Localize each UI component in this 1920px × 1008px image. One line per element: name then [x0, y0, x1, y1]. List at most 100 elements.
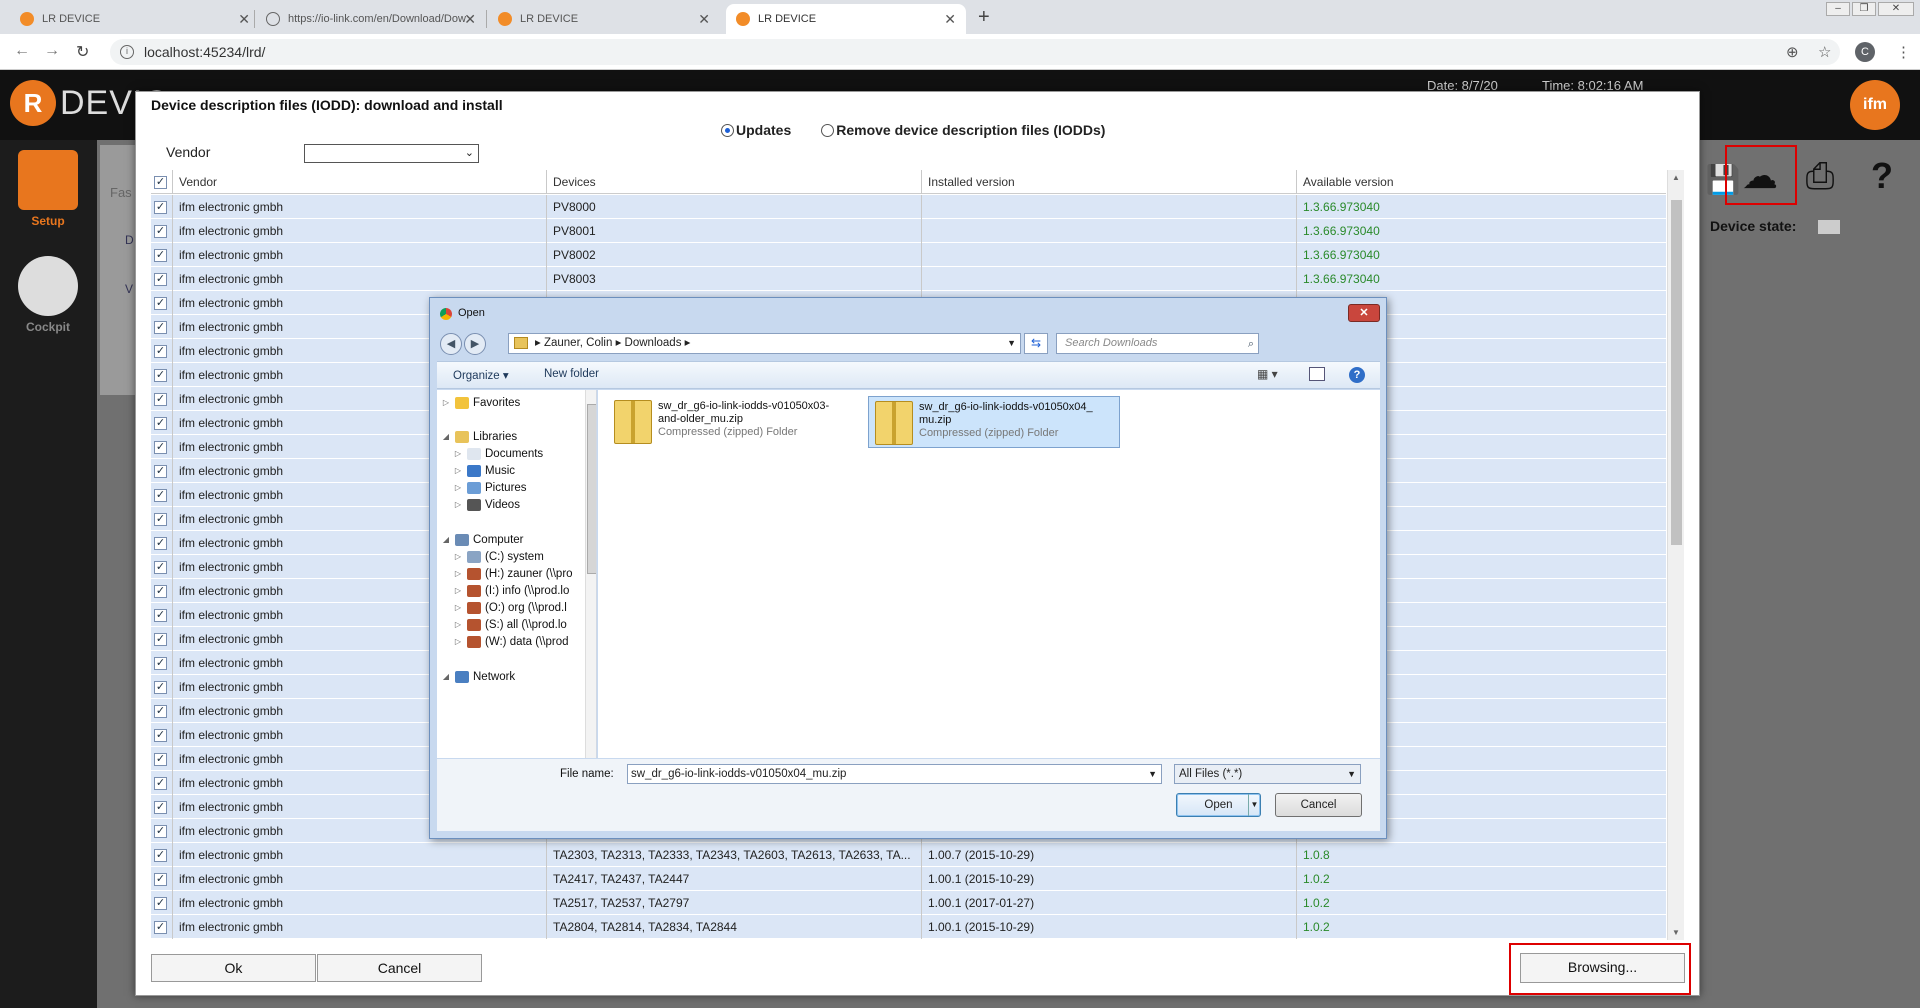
checkbox-cell[interactable]: ✓: [151, 554, 173, 579]
close-tab-icon[interactable]: ✕: [698, 11, 710, 28]
checkbox-cell[interactable]: ✓: [151, 242, 173, 267]
checkbox-cell[interactable]: ✓: [151, 914, 173, 939]
nav-tree-item[interactable]: ▷ (I:) info (\\prod.lo: [453, 582, 569, 599]
nav-tree-item[interactable]: ◢ Computer: [441, 531, 524, 548]
back-icon[interactable]: ←: [14, 42, 30, 60]
checkbox-checked-icon[interactable]: ✓: [154, 512, 167, 526]
table-scrollbar[interactable]: ▲ ▼: [1667, 170, 1684, 940]
zoom-icon[interactable]: ⊕: [1786, 43, 1799, 61]
checkbox-cell[interactable]: ✓: [151, 794, 173, 819]
checkbox-cell[interactable]: ✓: [151, 770, 173, 795]
chevron-down-icon[interactable]: ▼: [1148, 765, 1157, 783]
nav-tree-item[interactable]: ▷ Pictures: [453, 479, 527, 496]
print-icon[interactable]: ⎙: [1792, 148, 1848, 204]
radio-remove-iodds[interactable]: Remove device description files (IODDs): [821, 122, 1105, 138]
info-icon[interactable]: i: [120, 45, 134, 59]
restore-window-icon[interactable]: ❐: [1852, 2, 1876, 16]
checkbox-checked-icon[interactable]: ✓: [154, 488, 167, 502]
expand-arrow-icon[interactable]: ◢: [441, 432, 451, 441]
profile-avatar[interactable]: C: [1855, 42, 1875, 62]
checkbox-cell[interactable]: ✓: [151, 650, 173, 675]
checkbox-checked-icon[interactable]: ✓: [154, 536, 167, 550]
checkbox-cell[interactable]: ✓: [151, 890, 173, 915]
nav-scrollbar[interactable]: [585, 390, 596, 758]
forward-icon[interactable]: →: [44, 42, 60, 60]
checkbox-checked-icon[interactable]: ✓: [154, 200, 167, 214]
checkbox-checked-icon[interactable]: ✓: [154, 392, 167, 406]
close-window-icon[interactable]: ✕: [1878, 2, 1914, 16]
checkbox-checked-icon[interactable]: ✓: [154, 632, 167, 646]
expand-arrow-icon[interactable]: ▷: [453, 449, 463, 458]
checkbox-cell[interactable]: ✓: [151, 746, 173, 771]
checkbox-checked-icon[interactable]: ✓: [154, 848, 167, 862]
checkbox-checked-icon[interactable]: ✓: [154, 440, 167, 454]
checkbox-cell[interactable]: ✓: [151, 458, 173, 483]
nav-tree-item[interactable]: ▷ (S:) all (\\prod.lo: [453, 616, 567, 633]
checkbox-cell[interactable]: ✓: [151, 818, 173, 843]
nav-tree-item[interactable]: ▷ Videos: [453, 496, 520, 513]
browse-button[interactable]: Browsing...: [1520, 953, 1685, 983]
browser-tab-4-active[interactable]: LR DEVICE ✕: [726, 4, 966, 34]
scrollbar-thumb[interactable]: [1671, 200, 1682, 545]
column-header[interactable]: Installed version: [922, 170, 1297, 194]
nav-tree-item[interactable]: ◢ Network: [441, 668, 515, 685]
checkbox-checked-icon[interactable]: ✓: [154, 344, 167, 358]
column-header[interactable]: Devices: [547, 170, 922, 194]
browser-menu-icon[interactable]: ⋮: [1896, 43, 1911, 61]
table-row[interactable]: ✓ ifm electronic gmbh TA2303, TA2313, TA23…: [151, 842, 1666, 867]
scrollbar-thumb[interactable]: [587, 404, 596, 574]
checkbox-checked-icon[interactable]: ✓: [154, 464, 167, 478]
bookmark-star-icon[interactable]: ☆: [1818, 43, 1831, 61]
checkbox-checked-icon[interactable]: ✓: [154, 752, 167, 766]
nav-tree-item[interactable]: ▷ Favorites: [441, 394, 520, 411]
cancel-button[interactable]: Cancel: [317, 954, 482, 982]
organize-button[interactable]: Organize ▾: [453, 368, 509, 382]
checkbox-checked-icon[interactable]: ✓: [154, 175, 167, 189]
open-split-arrow-icon[interactable]: ▼: [1248, 794, 1260, 816]
expand-arrow-icon[interactable]: ▷: [453, 586, 463, 595]
table-row[interactable]: ✓ ifm electronic gmbh TA2804, TA2814, TA28…: [151, 914, 1666, 939]
expand-arrow-icon[interactable]: ▷: [453, 603, 463, 612]
close-tab-icon[interactable]: ✕: [464, 11, 476, 28]
checkbox-cell[interactable]: ✓: [151, 842, 173, 867]
scroll-down-icon[interactable]: ▼: [1672, 928, 1680, 937]
checkbox-checked-icon[interactable]: ✓: [154, 320, 167, 334]
checkbox-cell[interactable]: ✓: [151, 578, 173, 603]
radio-updates[interactable]: Updates: [721, 122, 791, 138]
close-dialog-button[interactable]: ✕: [1348, 304, 1380, 322]
checkbox-checked-icon[interactable]: ✓: [154, 248, 167, 262]
column-header[interactable]: Vendor: [173, 170, 547, 194]
checkbox-cell[interactable]: ✓: [151, 362, 173, 387]
checkbox-checked-icon[interactable]: ✓: [154, 416, 167, 430]
table-row[interactable]: ✓ ifm electronic gmbh PV8000 1.3.66.973040: [151, 194, 1666, 219]
checkbox-cell[interactable]: ✓: [151, 434, 173, 459]
table-row[interactable]: ✓ ifm electronic gmbh TA2517, TA2537, TA27…: [151, 890, 1666, 915]
checkbox-checked-icon[interactable]: ✓: [154, 800, 167, 814]
expand-arrow-icon[interactable]: ▷: [453, 637, 463, 646]
checkbox-cell[interactable]: ✓: [151, 338, 173, 363]
expand-arrow-icon[interactable]: ▷: [453, 552, 463, 561]
checkbox-checked-icon[interactable]: ✓: [154, 920, 167, 934]
checkbox-checked-icon[interactable]: ✓: [154, 368, 167, 382]
checkbox-cell[interactable]: ✓: [151, 866, 173, 891]
select-all-cell[interactable]: ✓: [151, 170, 173, 194]
help-icon[interactable]: ?: [1349, 367, 1365, 383]
file-type-select[interactable]: All Files (*.*) ▼: [1174, 764, 1361, 784]
file-item-selected[interactable]: sw_dr_g6-io-link-iodds-v01050x04_ mu.zip…: [868, 396, 1120, 448]
nav-cockpit[interactable]: Cockpit: [18, 256, 78, 334]
checkbox-cell[interactable]: ✓: [151, 530, 173, 555]
new-tab-icon[interactable]: +: [978, 6, 990, 29]
minimize-window-icon[interactable]: –: [1826, 2, 1850, 16]
checkbox-checked-icon[interactable]: ✓: [154, 584, 167, 598]
expand-arrow-icon[interactable]: ▷: [453, 483, 463, 492]
checkbox-cell[interactable]: ✓: [151, 386, 173, 411]
table-row[interactable]: ✓ ifm electronic gmbh PV8003 1.3.66.973040: [151, 266, 1666, 291]
breadcrumb-item[interactable]: Downloads: [625, 337, 682, 349]
cloud-sync-icon[interactable]: ☁: [1732, 148, 1788, 204]
nav-setup[interactable]: Setup: [18, 150, 78, 228]
file-item[interactable]: sw_dr_g6-io-link-iodds-v01050x03- and-ol…: [608, 396, 860, 448]
expand-arrow-icon[interactable]: ◢: [441, 535, 451, 544]
checkbox-cell[interactable]: ✓: [151, 290, 173, 315]
expand-arrow-icon[interactable]: ▷: [453, 466, 463, 475]
table-row[interactable]: ✓ ifm electronic gmbh PV8002 1.3.66.973040: [151, 242, 1666, 267]
